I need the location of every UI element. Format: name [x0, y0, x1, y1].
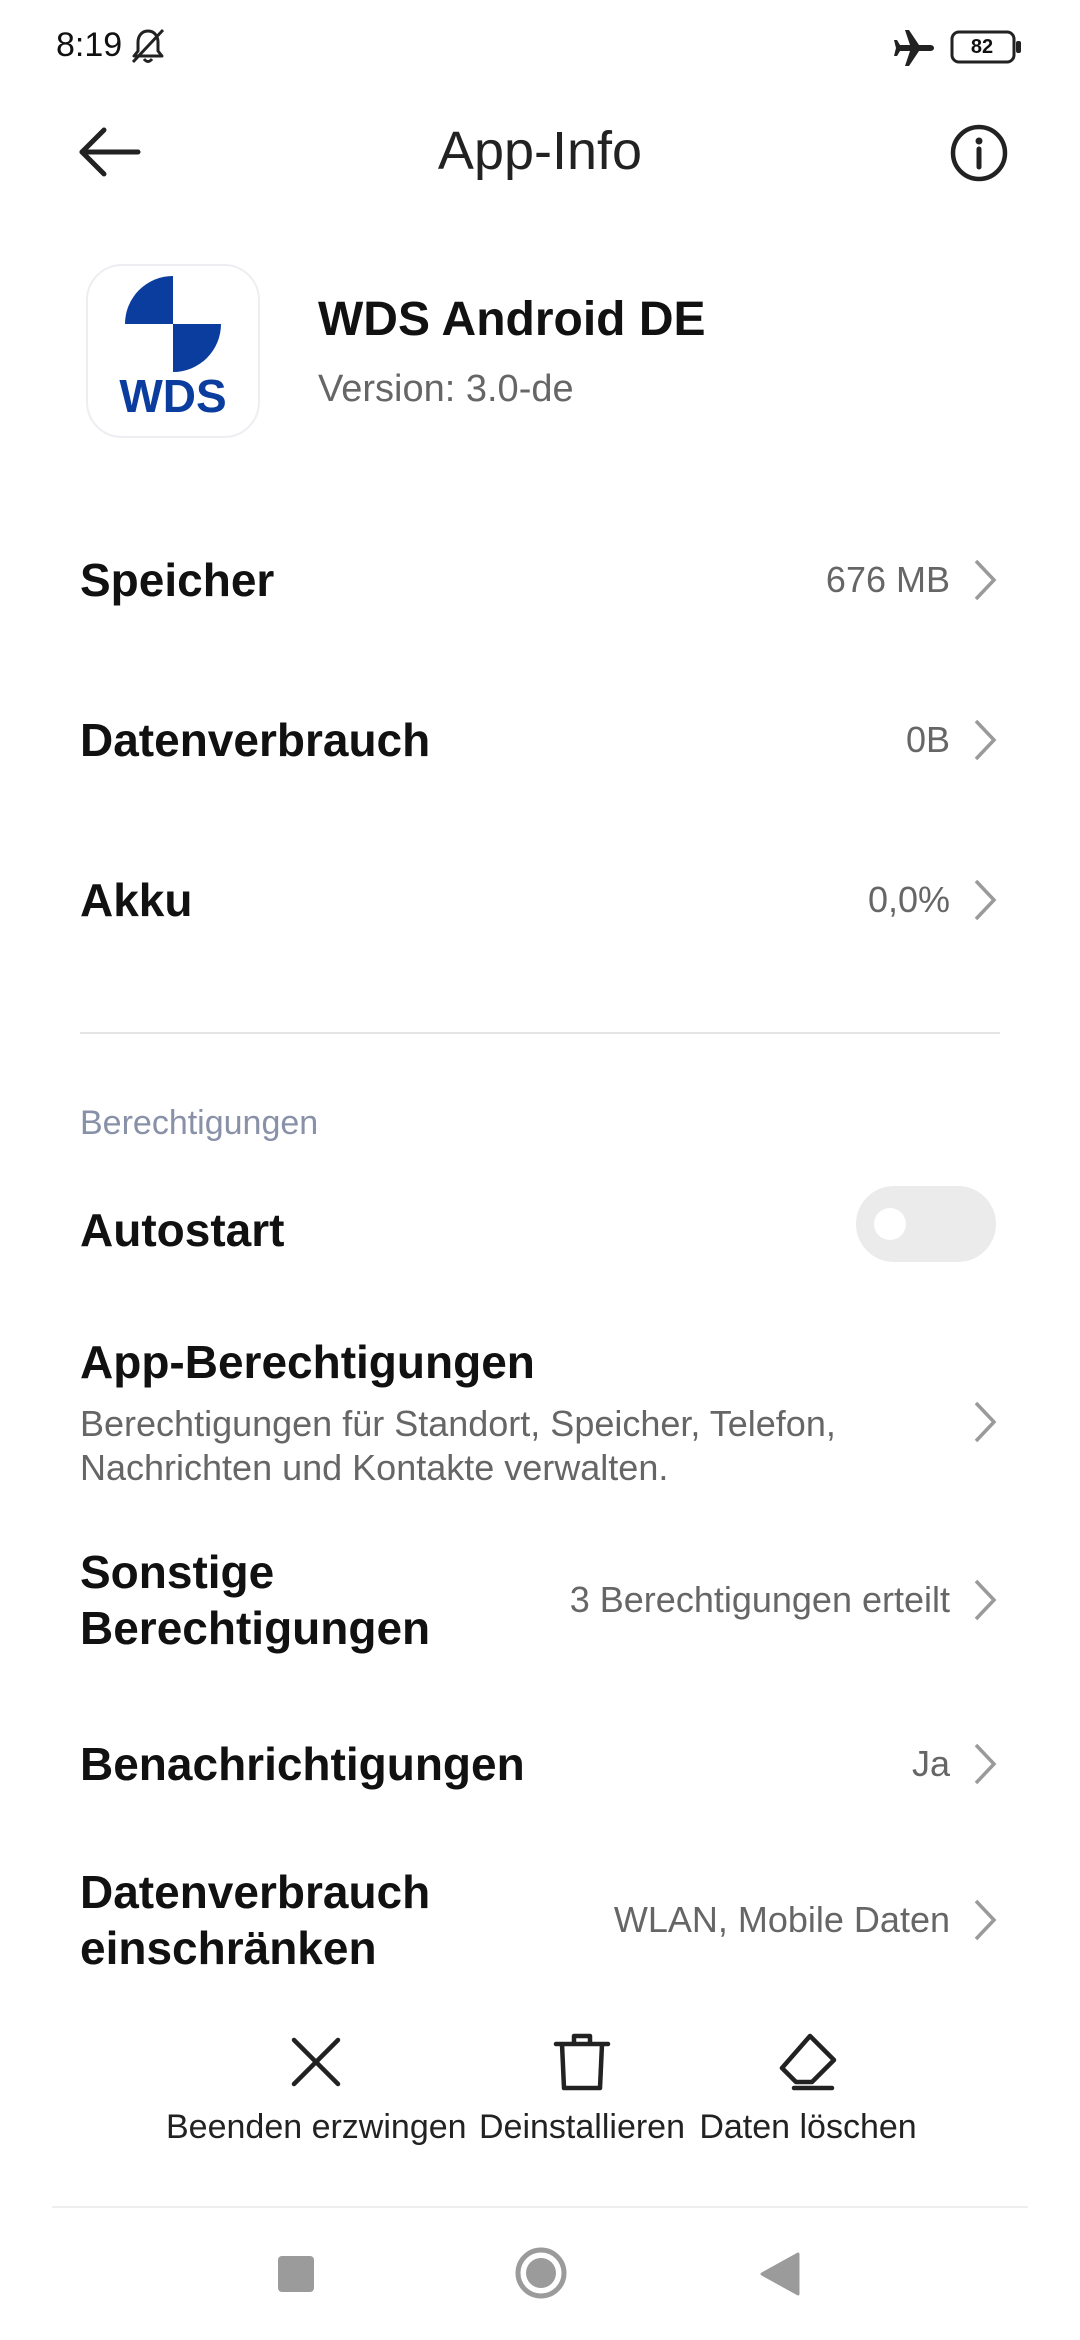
autostart-row: Autostart — [80, 1200, 860, 1264]
notifications-value: Ja — [911, 1743, 950, 1784]
home-button-icon[interactable] — [514, 2246, 568, 2300]
battery-value: 0,0% — [867, 879, 950, 920]
app-icon: WDS — [86, 264, 260, 438]
notifications-label: Benachrichtigungen — [80, 1738, 525, 1790]
app-name: WDS Android DE — [318, 293, 706, 346]
battery-label: Akku — [80, 874, 193, 926]
recent-apps-button[interactable] — [278, 2256, 314, 2292]
app-permissions-label: App-Berechtigungen — [80, 1336, 535, 1388]
wds-logo: WDS — [119, 276, 227, 422]
permissions-section-header: Berechtigungen — [80, 1104, 319, 1142]
restrict-data-value: WLAN, Mobile Daten — [613, 1899, 950, 1940]
status-bar: 8:19 82 — [0, 0, 1080, 96]
toggle-knob — [874, 1208, 906, 1240]
status-time: 8:19 — [56, 26, 123, 64]
chevron-right-icon — [974, 879, 997, 921]
uninstall-button[interactable]: Deinstallieren — [472, 2030, 692, 2147]
section-divider — [80, 1032, 1000, 1034]
data-usage-row[interactable]: Datenverbrauch 0B — [80, 708, 1000, 772]
trash-icon — [553, 2033, 611, 2091]
chevron-right-icon — [974, 719, 997, 761]
other-permissions-label-line1: Sonstige — [80, 1546, 275, 1598]
nav-divider — [52, 2206, 1028, 2208]
other-permissions-label-line2: Berechtigungen — [80, 1602, 431, 1654]
notifications-row[interactable]: Benachrichtigungen Ja — [80, 1734, 1000, 1798]
chevron-right-icon — [974, 1899, 997, 1941]
battery-level: 82 — [970, 36, 994, 58]
chevron-right-icon — [974, 1579, 997, 1621]
clear-data-label: Daten löschen — [699, 2108, 917, 2146]
clear-data-button[interactable]: Daten löschen — [690, 2030, 926, 2147]
chevron-right-icon — [974, 559, 997, 601]
storage-row[interactable]: Speicher 676 MB — [80, 548, 1000, 612]
data-usage-value: 0B — [905, 719, 950, 760]
info-icon[interactable] — [948, 122, 1010, 184]
chevron-right-icon — [974, 1743, 997, 1785]
app-permissions-description-line1: Berechtigungen für Standort, Speicher, T… — [80, 1403, 836, 1444]
other-permissions-row[interactable]: Sonstige Berechtigungen 3 Berechtigungen… — [80, 1544, 1000, 1660]
bell-muted-icon — [131, 28, 165, 64]
page-title: App-Info — [437, 121, 643, 181]
battery-row[interactable]: Akku 0,0% — [80, 868, 1000, 932]
uninstall-label: Deinstallieren — [479, 2108, 685, 2146]
force-stop-button[interactable]: Beenden erzwingen — [166, 2030, 467, 2147]
app-version: Version: 3.0-de — [318, 368, 574, 410]
autostart-label: Autostart — [80, 1204, 285, 1256]
data-usage-label: Datenverbrauch — [80, 714, 431, 766]
eraser-icon — [779, 2033, 837, 2091]
restrict-data-label-line2: einschränken — [80, 1922, 377, 1974]
back-triangle-icon[interactable] — [758, 2250, 802, 2298]
restrict-data-label-line1: Datenverbrauch — [80, 1866, 431, 1918]
close-icon — [291, 2037, 341, 2087]
airplane-mode-icon — [894, 30, 934, 66]
force-stop-label: Beenden erzwingen — [166, 2108, 467, 2146]
autostart-toggle[interactable] — [856, 1186, 996, 1262]
battery-indicator: 82 — [950, 30, 1022, 64]
storage-value: 676 MB — [825, 559, 950, 600]
other-permissions-value: 3 Berechtigungen erteilt — [569, 1579, 950, 1620]
storage-label: Speicher — [80, 554, 275, 606]
app-permissions-description-line2: Nachrichten und Kontakte verwalten. — [80, 1447, 669, 1488]
restrict-data-row[interactable]: Datenverbrauch einschränken WLAN, Mobile… — [80, 1864, 1000, 1980]
chevron-right-icon — [974, 1401, 997, 1443]
logo-text: WDS — [119, 370, 226, 422]
app-info-screen: 8:19 82 App-Info WDS WDS Android DE Vers… — [0, 0, 1080, 2340]
app-permissions-row[interactable]: App-Berechtigungen Berechtigungen für St… — [80, 1334, 1000, 1500]
